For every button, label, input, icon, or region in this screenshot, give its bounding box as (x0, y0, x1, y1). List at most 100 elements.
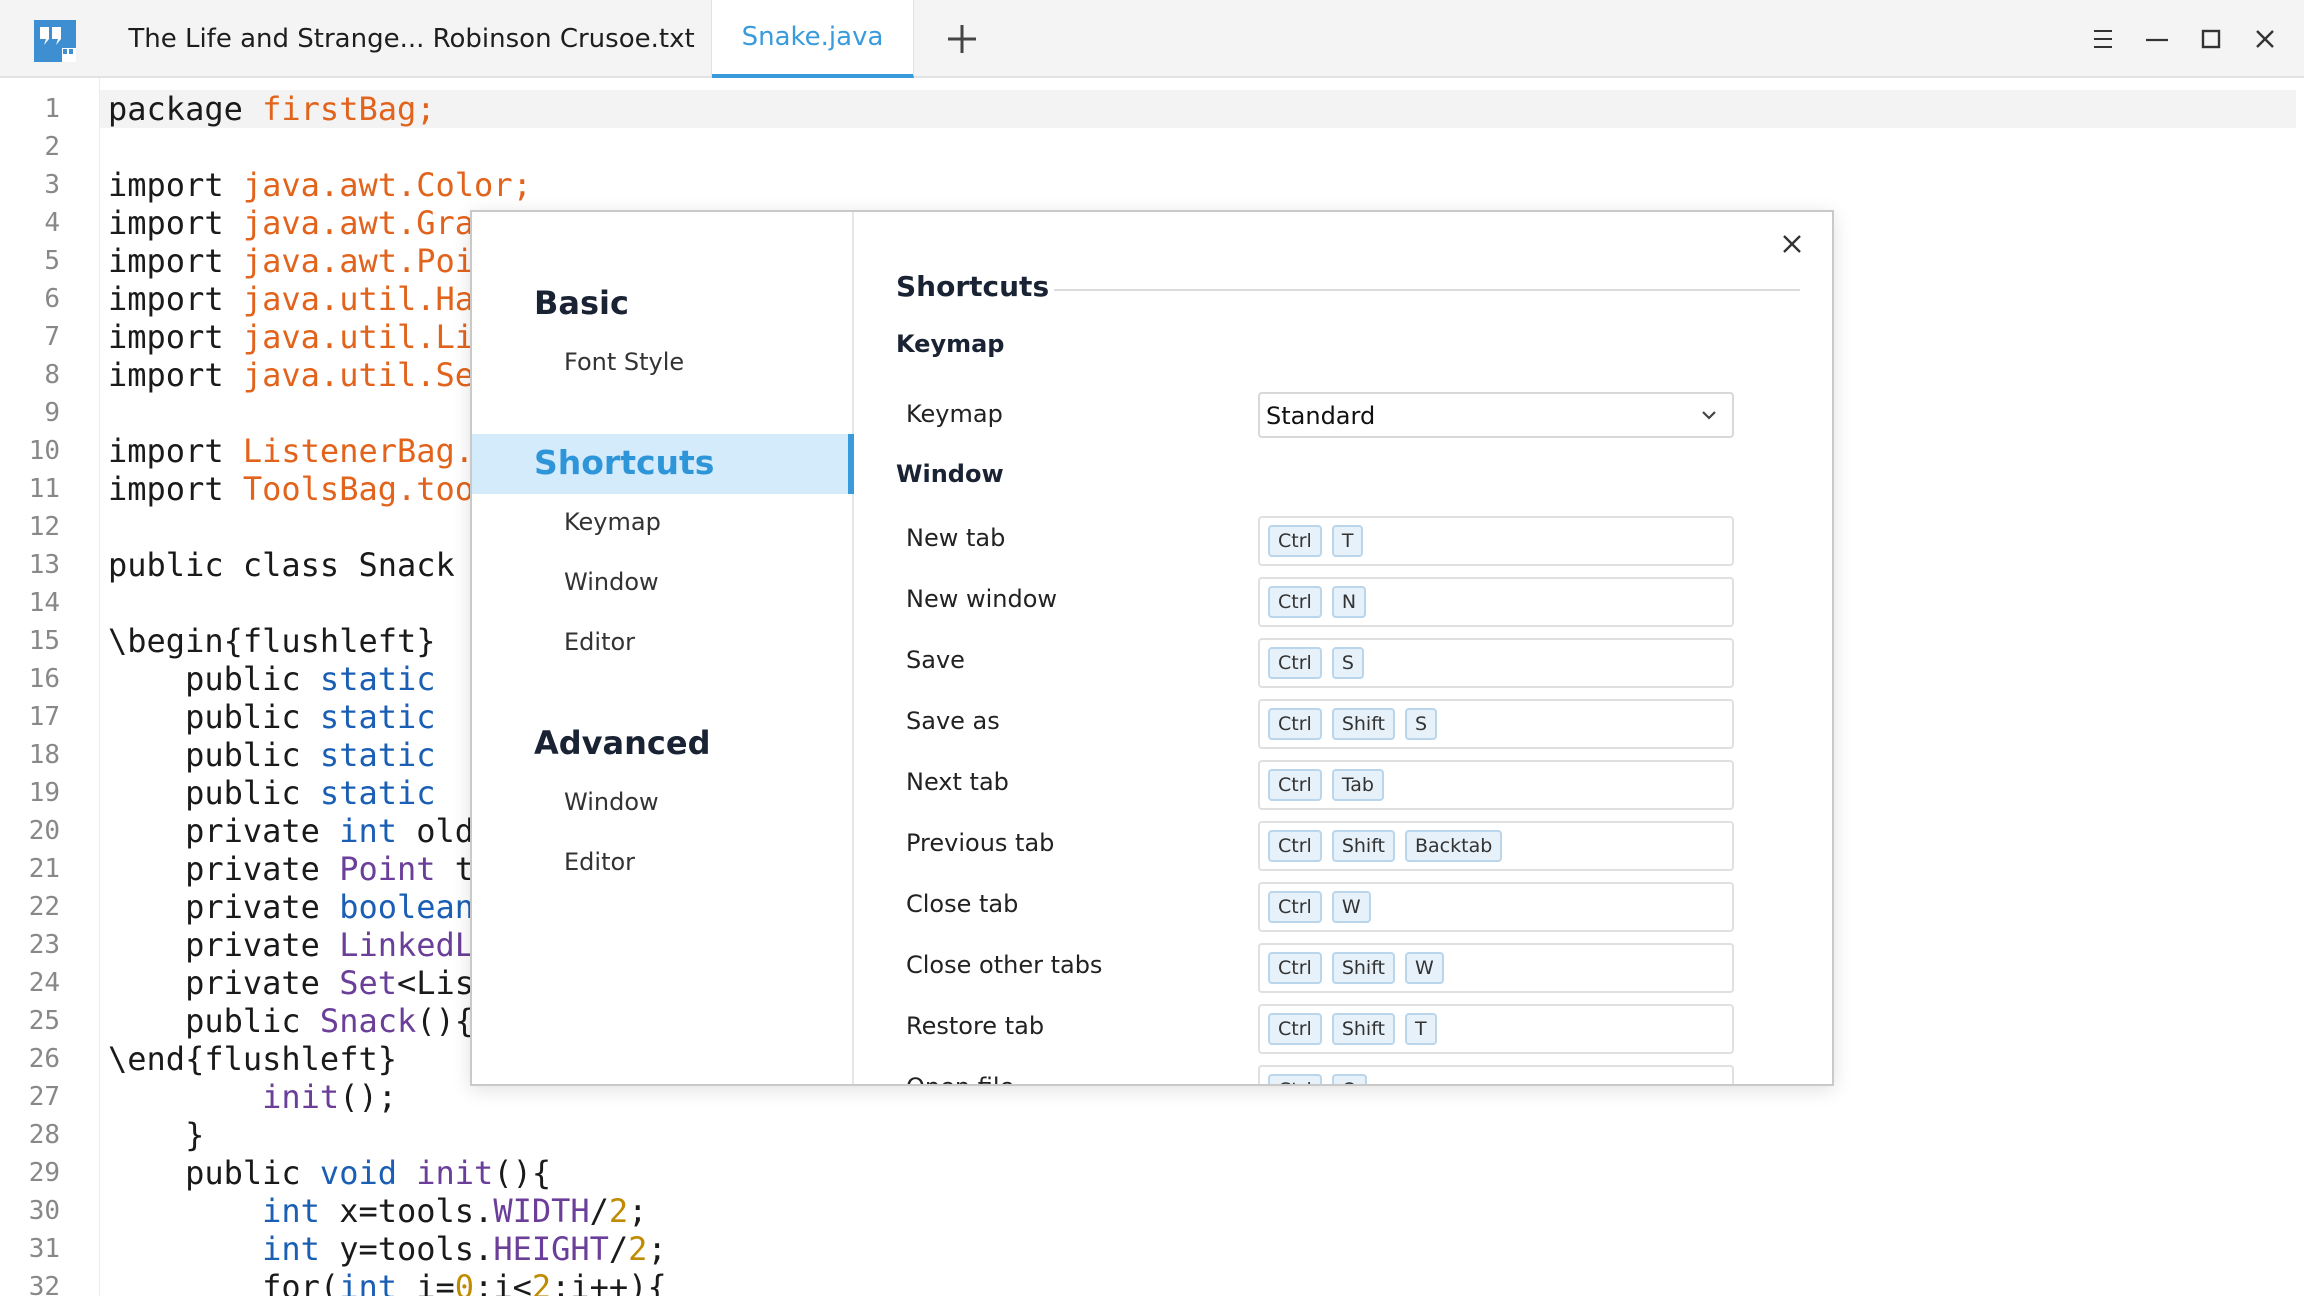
code-token: ; (628, 1192, 648, 1230)
close-icon[interactable] (2248, 22, 2282, 56)
code-line[interactable]: import java.util.Se (108, 356, 474, 394)
key-chip: O (1331, 1074, 1367, 1084)
code-line[interactable]: public Snack(){ (108, 1002, 474, 1040)
tab-robinson-crusoe[interactable]: The Life and Strange... Robinson Crusoe.… (112, 0, 712, 78)
shortcut-field[interactable]: Ctrl Shift S (1258, 699, 1734, 749)
shortcut-field[interactable]: Ctrl N (1258, 577, 1734, 627)
shortcut-label: Close other tabs (906, 951, 1103, 979)
code-line[interactable]: import java.awt.Poi (108, 242, 474, 280)
nav-item-font-style[interactable]: Font Style (564, 348, 684, 376)
tab-snake-java[interactable]: Snake.java (712, 0, 914, 78)
line-number: 17 (28, 702, 60, 732)
line-number: 20 (28, 816, 60, 846)
shortcut-field[interactable]: Ctrl S (1258, 638, 1734, 688)
code-token: static (319, 736, 436, 774)
key-chip: Shift (1331, 952, 1395, 984)
shortcut-field[interactable]: Ctrl Shift W (1258, 943, 1734, 993)
code-token: static (319, 774, 436, 812)
code-line[interactable]: init(); (108, 1078, 397, 1116)
line-number: 27 (28, 1082, 60, 1112)
shortcut-field[interactable]: Ctrl W (1258, 882, 1734, 932)
code-token: firstBag; (262, 90, 436, 128)
code-line[interactable]: \begin{flushleft} (108, 622, 436, 660)
line-number: 25 (28, 1006, 60, 1036)
code-line[interactable]: int x=tools.WIDTH/2; (108, 1192, 647, 1230)
keymap-select[interactable]: Standard (1258, 392, 1734, 438)
code-token: void (319, 1154, 397, 1192)
nav-item-editor[interactable]: Editor (564, 628, 635, 656)
code-line[interactable]: } (108, 1116, 204, 1154)
nav-heading-basic: Basic (534, 284, 629, 322)
code-token: ; (647, 1230, 667, 1268)
settings-content: Shortcuts Keymap Keymap Standard Window … (854, 212, 1832, 1084)
hamburger-menu-icon[interactable] (2086, 22, 2120, 56)
code-token: t (435, 850, 475, 888)
shortcut-label: Next tab (906, 768, 1009, 796)
nav-item-window[interactable]: Window (564, 568, 659, 596)
shortcut-field[interactable]: Ctrl Shift T (1258, 1004, 1734, 1054)
code-line[interactable]: private LinkedL (108, 926, 474, 964)
close-icon[interactable] (1778, 230, 1806, 258)
code-token: int (262, 1230, 320, 1268)
code-token: public (108, 736, 320, 774)
shortcut-field[interactable]: Ctrl T (1258, 516, 1734, 566)
code-line[interactable]: public static (108, 774, 436, 812)
code-line[interactable]: private int old (108, 812, 474, 850)
code-token: import (108, 318, 243, 356)
code-line[interactable]: import ListenerBag. (108, 432, 474, 470)
nav-item-advanced-window[interactable]: Window (564, 788, 659, 816)
code-line[interactable]: int y=tools.HEIGHT/2; (108, 1230, 667, 1268)
code-token: import (108, 280, 243, 318)
code-line[interactable]: import java.awt.Color; (108, 166, 532, 204)
code-line[interactable]: public static (108, 660, 435, 698)
code-line[interactable]: public class Snack (108, 546, 455, 584)
code-line[interactable]: public void init(){ (108, 1154, 551, 1192)
code-token: for( (108, 1268, 340, 1296)
code-line[interactable]: private Point t (108, 850, 474, 888)
shortcut-field[interactable]: Ctrl O (1258, 1065, 1734, 1084)
quote-logo-icon[interactable] (34, 20, 76, 62)
code-line[interactable]: import java.util.Li (108, 318, 474, 356)
code-line[interactable]: package firstBag; (108, 90, 436, 128)
code-token: public (108, 660, 320, 698)
nav-item-advanced-editor[interactable]: Editor (564, 848, 635, 876)
shortcut-label: New tab (906, 524, 1006, 552)
code-line[interactable]: private boolean (108, 888, 474, 926)
code-line[interactable]: \end{flushleft} (108, 1040, 397, 1078)
code-token: / (608, 1230, 629, 1268)
minimize-icon[interactable] (2140, 22, 2174, 56)
code-token: old (396, 812, 475, 850)
code-line[interactable]: for(int i=0;i<2;i++){ (108, 1268, 667, 1296)
code-line[interactable]: import java.util.Ha (108, 280, 474, 318)
nav-item-keymap[interactable]: Keymap (564, 508, 661, 536)
key-chip: Ctrl (1268, 952, 1322, 984)
code-token: private (108, 964, 340, 1002)
line-number: 24 (28, 968, 60, 998)
code-line[interactable]: public static (108, 736, 436, 774)
line-number: 16 (28, 664, 60, 694)
shortcut-field[interactable]: Ctrl Shift Backtab (1258, 821, 1734, 871)
shortcut-label: Close tab (906, 890, 1019, 918)
title-bar: The Life and Strange... Robinson Crusoe.… (0, 0, 2304, 78)
code-token: init (262, 1078, 340, 1116)
key-chip: Ctrl (1268, 769, 1322, 801)
code-line[interactable]: private Set<Lis (108, 964, 474, 1002)
line-number: 14 (28, 588, 60, 618)
shortcut-field[interactable]: Ctrl Tab (1258, 760, 1734, 810)
line-number: 3 (44, 170, 60, 200)
line-number: 8 (44, 360, 60, 390)
code-token: x=tools. (319, 1192, 494, 1230)
code-line[interactable]: import java.awt.Gra (108, 204, 474, 242)
line-number: 22 (28, 892, 60, 922)
maximize-icon[interactable] (2194, 22, 2228, 56)
line-number: 1 (44, 94, 60, 124)
line-number: 28 (28, 1120, 60, 1150)
code-line[interactable]: import ToolsBag.too (108, 470, 474, 508)
nav-item-shortcuts[interactable]: Shortcuts (472, 434, 854, 494)
line-number: 30 (28, 1196, 60, 1226)
shortcut-label: Save as (906, 707, 1000, 735)
key-chip: Shift (1331, 830, 1395, 862)
code-line[interactable]: public static (108, 698, 435, 736)
plus-icon[interactable] (940, 19, 984, 59)
